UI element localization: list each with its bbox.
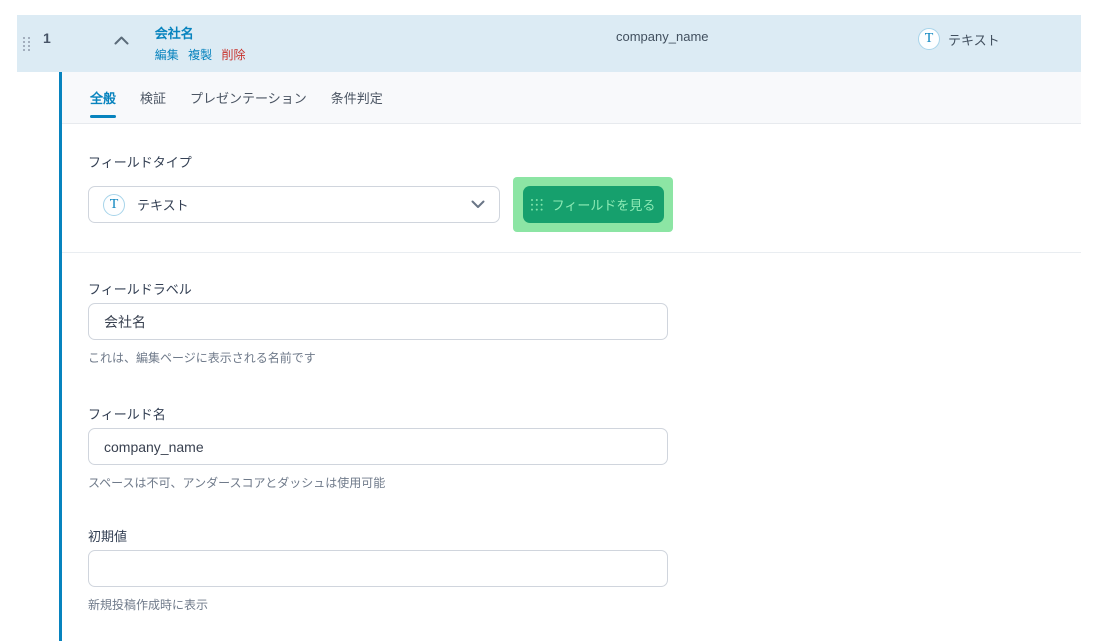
field-order-number: 1 xyxy=(43,30,51,46)
field-name-text: company_name xyxy=(616,29,709,44)
field-type-badge: T テキスト xyxy=(918,28,1000,50)
field-type-select[interactable]: T テキスト xyxy=(88,186,500,223)
text-type-icon: T xyxy=(918,28,940,50)
row-actions: 編集 複製 削除 xyxy=(155,46,252,63)
field-name-hint: スペースは不可、アンダースコアとダッシュは使用可能 xyxy=(88,476,386,490)
browse-fields-highlight: フィールドを見る xyxy=(513,177,673,232)
field-type-label: テキスト xyxy=(948,32,1000,48)
field-settings-body: 全般 検証 プレゼンテーション 条件判定 フィールドタイプ T テキスト フィー… xyxy=(17,72,1081,641)
field-panel: 1 会社名 編集 複製 削除 company_name T テキスト 全般 検証… xyxy=(17,15,1081,641)
text-type-icon: T xyxy=(103,193,125,216)
tab-validation[interactable]: 検証 xyxy=(140,72,166,123)
tab-validation-label: 検証 xyxy=(140,91,167,106)
acf-field-editor: 1 会社名 編集 複製 削除 company_name T テキスト 全般 検証… xyxy=(0,0,1100,641)
tab-conditional-logic-label: 条件判定 xyxy=(330,91,383,106)
default-value-setting-label: 初期値 xyxy=(88,529,128,544)
field-label-hint: これは、編集ページに表示される名前です xyxy=(88,351,316,365)
field-type-section: フィールドタイプ T テキスト フィールドを見る xyxy=(88,124,1081,232)
settings-main: 全般 検証 プレゼンテーション 条件判定 フィールドタイプ T テキスト フィー… xyxy=(62,72,1081,641)
duplicate-link[interactable]: 複製 xyxy=(188,48,212,62)
delete-link[interactable]: 削除 xyxy=(222,48,246,62)
chevron-up-icon[interactable] xyxy=(114,32,129,50)
grid-icon xyxy=(530,198,543,211)
default-value-group: 初期値 新規投稿作成時に表示 xyxy=(88,526,1081,613)
field-title-link[interactable]: 会社名 xyxy=(155,23,252,42)
field-name-setting-label: フィールド名 xyxy=(88,407,166,422)
field-label-input[interactable] xyxy=(88,303,668,340)
drag-handle-icon[interactable] xyxy=(23,37,31,52)
active-tab-underline xyxy=(90,115,117,118)
settings-content: フィールドタイプ T テキスト フィールドを見る フィールドラベル 会社名 これ… xyxy=(62,124,1081,641)
field-type-setting-label: フィールドタイプ xyxy=(88,155,192,170)
tab-conditional-logic[interactable]: 条件判定 xyxy=(331,72,383,123)
field-row-header[interactable]: 1 会社名 編集 複製 削除 company_name T テキスト xyxy=(17,15,1081,72)
section-divider xyxy=(62,252,1081,253)
default-value-hint: 新規投稿作成時に表示 xyxy=(88,598,209,612)
field-type-selected-value: テキスト xyxy=(137,198,189,213)
field-name-input[interactable] xyxy=(88,428,668,465)
field-label-group: フィールドラベル これは、編集ページに表示される名前です xyxy=(88,279,1081,366)
field-type-row: T テキスト フィールドを見る xyxy=(88,177,1081,232)
chevron-down-icon xyxy=(471,197,485,212)
tab-presentation[interactable]: プレゼンテーション xyxy=(190,72,307,123)
edit-link[interactable]: 編集 xyxy=(155,48,179,62)
browse-fields-button-label: フィールドを見る xyxy=(551,198,656,213)
left-spacer xyxy=(17,72,59,641)
settings-tabbar: 全般 検証 プレゼンテーション 条件判定 xyxy=(62,72,1081,124)
tab-general-label: 全般 xyxy=(90,91,117,106)
tab-general[interactable]: 全般 xyxy=(90,72,117,123)
field-label-setting-label: フィールドラベル xyxy=(88,282,192,297)
field-title-block: 会社名 編集 複製 削除 xyxy=(155,23,252,63)
tab-presentation-label: プレゼンテーション xyxy=(190,91,307,106)
browse-fields-button[interactable]: フィールドを見る xyxy=(522,186,664,223)
field-name-group: フィールド名 スペースは不可、アンダースコアとダッシュは使用可能 xyxy=(88,404,1081,491)
default-value-input[interactable] xyxy=(88,550,668,587)
